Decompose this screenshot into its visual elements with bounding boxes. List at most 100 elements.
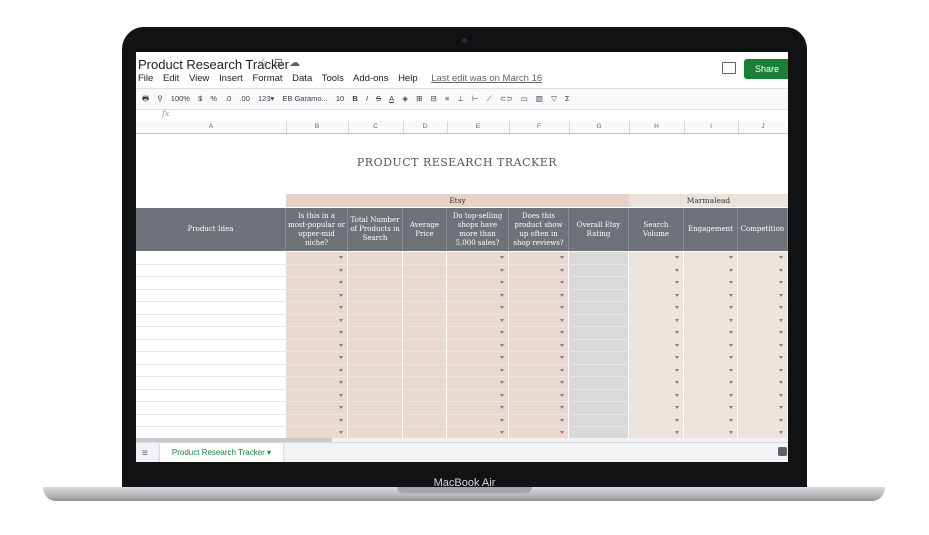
dropdown-arrow-icon[interactable] <box>339 343 343 347</box>
dropdown-arrow-icon[interactable] <box>779 418 783 422</box>
insert-comment-icon[interactable]: ▭ <box>521 89 528 109</box>
table-cell[interactable] <box>509 277 569 289</box>
group-marmalead[interactable]: Marmalead <box>629 194 788 207</box>
dropdown-arrow-icon[interactable] <box>675 431 679 434</box>
dropdown-arrow-icon[interactable] <box>560 318 564 322</box>
table-cell[interactable] <box>684 364 738 376</box>
dropdown-arrow-icon[interactable] <box>500 418 504 422</box>
menu-addons[interactable]: Add-ons <box>353 73 388 84</box>
table-cell[interactable] <box>629 414 684 426</box>
dropdown-arrow-icon[interactable] <box>779 381 783 384</box>
dropdown-arrow-icon[interactable] <box>779 393 783 397</box>
table-cell[interactable] <box>509 402 569 414</box>
column-header[interactable]: D <box>403 121 448 133</box>
table-cell[interactable] <box>738 427 788 439</box>
table-cell[interactable] <box>569 364 629 376</box>
table-cell[interactable] <box>348 352 403 364</box>
table-cell[interactable] <box>684 314 738 326</box>
dropdown-arrow-icon[interactable] <box>729 343 733 347</box>
dropdown-arrow-icon[interactable] <box>675 356 679 359</box>
menu-file[interactable]: File <box>138 73 153 84</box>
table-cell[interactable] <box>403 252 447 264</box>
table-cell[interactable] <box>738 389 788 401</box>
table-cell[interactable] <box>286 339 348 351</box>
table-cell[interactable] <box>569 389 629 401</box>
header-search-volume[interactable]: Search Volume <box>629 208 684 251</box>
align-icon[interactable]: ≡ <box>445 89 449 109</box>
table-cell[interactable] <box>569 277 629 289</box>
table-cell[interactable] <box>509 352 569 364</box>
dropdown-arrow-icon[interactable] <box>339 293 343 297</box>
table-cell[interactable] <box>684 264 738 276</box>
table-cell[interactable] <box>684 352 738 364</box>
dropdown-arrow-icon[interactable] <box>729 293 733 297</box>
table-cell[interactable] <box>509 264 569 276</box>
borders-icon[interactable]: ⊞ <box>416 89 422 109</box>
table-cell[interactable] <box>286 414 348 426</box>
table-cell[interactable] <box>286 277 348 289</box>
star-icon[interactable]: ☆ <box>258 57 274 69</box>
menu-insert[interactable]: Insert <box>219 73 243 84</box>
table-cell[interactable] <box>136 389 286 401</box>
table-cell[interactable] <box>738 352 788 364</box>
filter-icon[interactable]: ▽ <box>551 89 557 109</box>
table-cell[interactable] <box>286 377 348 389</box>
font-size-select[interactable]: 10 <box>336 89 344 109</box>
table-cell[interactable] <box>738 402 788 414</box>
table-cell[interactable] <box>403 414 447 426</box>
dropdown-arrow-icon[interactable] <box>779 368 783 372</box>
table-cell[interactable] <box>629 252 684 264</box>
header-engagement[interactable]: Engagement <box>684 208 738 251</box>
table-cell[interactable] <box>684 389 738 401</box>
dropdown-arrow-icon[interactable] <box>729 281 733 284</box>
merge-icon[interactable]: ⊟ <box>431 89 437 109</box>
table-cell[interactable] <box>738 339 788 351</box>
table-cell[interactable] <box>403 339 447 351</box>
dropdown-arrow-icon[interactable] <box>339 318 343 322</box>
dropdown-arrow-icon[interactable] <box>729 318 733 322</box>
table-cell[interactable] <box>738 252 788 264</box>
table-cell[interactable] <box>684 402 738 414</box>
menu-edit[interactable]: Edit <box>163 73 179 84</box>
percent-button[interactable]: % <box>210 89 217 109</box>
dropdown-arrow-icon[interactable] <box>560 331 564 334</box>
table-cell[interactable] <box>569 252 629 264</box>
dropdown-arrow-icon[interactable] <box>779 293 783 297</box>
link-icon[interactable]: ⊂⊃ <box>500 89 513 109</box>
table-cell[interactable] <box>348 402 403 414</box>
header-top-shops[interactable]: Do top-selling shops have more than 5,00… <box>447 208 509 251</box>
header-shop-reviews[interactable]: Does this product show up often in shop … <box>509 208 569 251</box>
table-cell[interactable] <box>738 264 788 276</box>
font-select[interactable]: EB Garamo... <box>282 89 327 109</box>
table-cell[interactable] <box>136 252 286 264</box>
table-cell[interactable] <box>286 264 348 276</box>
table-cell[interactable] <box>447 289 509 301</box>
table-cell[interactable] <box>684 339 738 351</box>
dropdown-arrow-icon[interactable] <box>675 256 679 259</box>
zoom-select[interactable]: 100% <box>171 89 190 109</box>
table-cell[interactable] <box>403 352 447 364</box>
table-cell[interactable] <box>509 389 569 401</box>
column-header[interactable]: G <box>569 121 630 133</box>
dropdown-arrow-icon[interactable] <box>560 406 564 409</box>
table-cell[interactable] <box>403 377 447 389</box>
dropdown-arrow-icon[interactable] <box>729 418 733 422</box>
table-cell[interactable] <box>684 289 738 301</box>
dropdown-arrow-icon[interactable] <box>500 268 504 272</box>
table-cell[interactable] <box>569 402 629 414</box>
column-header[interactable]: A <box>136 121 287 133</box>
cloud-icon[interactable]: ☁ <box>289 57 306 69</box>
table-cell[interactable] <box>136 427 286 439</box>
table-cell[interactable] <box>348 264 403 276</box>
table-cell[interactable] <box>629 377 684 389</box>
table-cell[interactable] <box>403 289 447 301</box>
table-cell[interactable] <box>569 289 629 301</box>
dropdown-arrow-icon[interactable] <box>729 431 733 434</box>
dropdown-arrow-icon[interactable] <box>675 368 679 372</box>
column-header[interactable]: I <box>684 121 739 133</box>
dropdown-arrow-icon[interactable] <box>339 381 343 384</box>
dropdown-arrow-icon[interactable] <box>500 406 504 409</box>
table-cell[interactable] <box>447 402 509 414</box>
dropdown-arrow-icon[interactable] <box>339 356 343 359</box>
dropdown-arrow-icon[interactable] <box>500 318 504 322</box>
